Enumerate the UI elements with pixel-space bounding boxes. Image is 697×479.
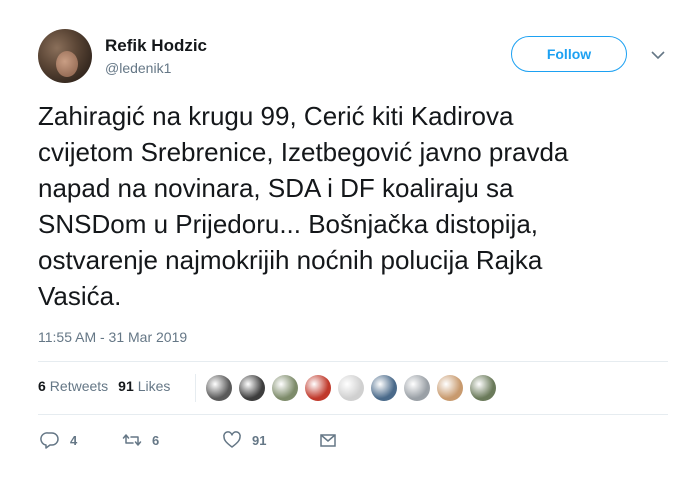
retweet-count: 6 [152,432,160,448]
author-handle[interactable]: @ledenik1 [105,60,171,76]
tweet-line: ostvarenje najmokrijih noćnih polucija R… [38,245,543,275]
follow-button[interactable]: Follow [511,36,627,72]
like-button[interactable]: 91 [222,430,318,450]
likes-label: Likes [137,378,171,394]
chevron-down-icon[interactable] [650,47,666,63]
tweet-line: Zahiragić na krugu 99, Cerić kiti Kadiro… [38,101,514,131]
tweet-line: napad na novinara, SDA i DF koaliraju sa [38,173,514,203]
liker-avatar-6[interactable] [371,375,397,401]
author-name[interactable]: Refik Hodzic [105,36,207,56]
retweets-count: 6 [38,378,46,394]
tweet-line: Vasića. [38,281,122,311]
liker-avatar-4[interactable] [305,375,331,401]
retweet-icon [122,434,142,446]
tweet-timestamp[interactable]: 11:55 AM - 31 Mar 2019 [38,329,187,345]
heart-icon [223,431,241,448]
likers-avatars [206,375,503,401]
reply-icon [40,432,59,449]
liker-avatar-3[interactable] [272,375,298,401]
divider [38,361,668,362]
likes-stat[interactable]: 91 Likes [118,378,170,394]
reply-button[interactable]: 4 [40,430,122,450]
like-count: 91 [252,432,267,448]
divider [38,414,668,415]
tweet-text: Zahiragić na krugu 99, Cerić kiti Kadiro… [38,98,678,314]
liker-avatar-5[interactable] [338,375,364,401]
retweets-stat[interactable]: 6 Retweets [38,378,108,394]
author-avatar[interactable] [38,29,92,83]
retweets-label: Retweets [49,378,109,394]
tweet-line: SNSDom u Prijedoru... Bošnjačka distopij… [38,209,539,239]
tweet-line: cvijetom Srebrenice, Izetbegović javno p… [38,137,569,167]
likes-count: 91 [118,378,134,394]
message-button[interactable] [318,430,348,450]
stats-separator [195,374,196,402]
retweet-button[interactable]: 6 [122,430,222,450]
envelope-icon [320,434,336,447]
liker-avatar-2[interactable] [239,375,265,401]
liker-avatar-9[interactable] [470,375,496,401]
tweet-actions: 4 6 91 [40,430,348,450]
liker-avatar-8[interactable] [437,375,463,401]
tweet-stats: 6 Retweets 91 Likes [38,378,170,394]
liker-avatar-1[interactable] [206,375,232,401]
liker-avatar-7[interactable] [404,375,430,401]
reply-count: 4 [70,432,78,448]
